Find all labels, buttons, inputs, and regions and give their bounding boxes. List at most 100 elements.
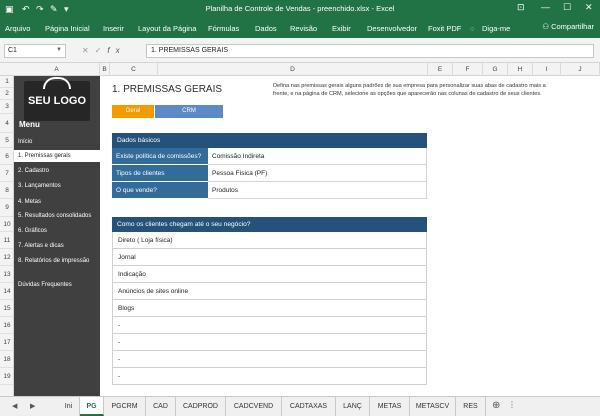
minimize-icon[interactable]: — <box>541 2 550 12</box>
list-item[interactable]: - <box>112 351 427 368</box>
row-header[interactable]: 12 <box>0 249 13 266</box>
row-header[interactable]: 13 <box>0 266 13 283</box>
formula-input[interactable]: 1. PREMISSAS GERAIS <box>146 44 594 58</box>
col-header-g[interactable]: G <box>483 63 508 76</box>
sidebar-item-relatorios[interactable]: 8. Relatórios de impressão <box>14 255 100 267</box>
title-bar: ▣ ↶ ↷ ✎ ▾ Planilha de Controle de Vendas… <box>0 0 600 19</box>
row-header[interactable]: 8 <box>0 182 13 199</box>
fx-icon[interactable]: fx <box>107 46 125 55</box>
list-item[interactable]: - <box>112 368 427 385</box>
row-header[interactable]: 4 <box>0 114 13 133</box>
row-header[interactable]: 1 <box>0 76 13 88</box>
share-button[interactable]: ⚇ Compartilhar <box>542 22 594 31</box>
row-header[interactable]: 5 <box>0 133 13 148</box>
col-header-h[interactable]: H <box>508 63 533 76</box>
sheet-tab-metascv[interactable]: METASCV <box>410 397 456 416</box>
logo: SEU LOGO <box>24 77 90 121</box>
tab-layout[interactable]: Layout da Página <box>138 24 196 33</box>
row-header[interactable]: 16 <box>0 317 13 334</box>
list-item[interactable]: Anúncios de sites online <box>112 283 427 300</box>
row-header[interactable]: 7 <box>0 165 13 182</box>
scroll-right-icon[interactable]: ▶ <box>30 402 35 410</box>
maximize-icon[interactable]: ☐ <box>563 2 571 13</box>
list-item[interactable]: Direto ( Loja física) <box>112 232 427 249</box>
logo-text: SEU LOGO <box>27 95 87 107</box>
sheet-tab-cadtaxas[interactable]: CADTAXAS <box>282 397 336 416</box>
col-header-d[interactable]: D <box>158 63 428 76</box>
row-header[interactable]: 17 <box>0 334 13 351</box>
tab-crm[interactable]: CRM <box>155 105 223 118</box>
ribbon-display-icon[interactable]: ⊡ <box>517 2 525 13</box>
sidebar-item-duvidas[interactable]: Dúvidas Frequentes <box>14 279 100 291</box>
row-header[interactable]: 11 <box>0 232 13 249</box>
tab-dados[interactable]: Dados <box>255 24 277 33</box>
sidebar-item-alertas[interactable]: 7. Alertas e dicas <box>14 240 100 252</box>
enter-icon[interactable]: ✓ <box>95 46 108 55</box>
row-header[interactable]: 19 <box>0 368 13 385</box>
tab-desenvolvedor[interactable]: Desenvolvedor <box>367 24 417 33</box>
col-header-c[interactable]: C <box>110 63 158 76</box>
list-item[interactable]: Blogs <box>112 300 427 317</box>
col-header-b[interactable]: B <box>100 63 110 76</box>
col-header-e[interactable]: E <box>428 63 453 76</box>
row-header[interactable]: 15 <box>0 300 13 317</box>
more-sheets-icon[interactable]: ⋮ <box>508 400 516 409</box>
sheet-tab-res[interactable]: RES <box>456 397 486 416</box>
sidebar-item-premissas[interactable]: 1. Premissas gerais <box>14 150 100 162</box>
tab-pagina-inicial[interactable]: Página Inicial <box>45 24 90 33</box>
tab-exibir[interactable]: Exibir <box>332 24 351 33</box>
tab-inserir[interactable]: Inserir <box>103 24 124 33</box>
sidebar-item-lancamentos[interactable]: 3. Lançamentos <box>14 180 100 192</box>
list-item[interactable]: - <box>112 334 427 351</box>
scroll-left-icon[interactable]: ◀ <box>12 402 17 410</box>
tab-formulas[interactable]: Fórmulas <box>208 24 239 33</box>
sheet-tab-cadprod[interactable]: CADPROD <box>176 397 226 416</box>
basic-value-clientes[interactable]: Pessoa Física (PF) <box>208 165 427 182</box>
sheet-grid[interactable]: SEU LOGO Menu Início 1. Premissas gerais… <box>14 76 600 396</box>
sheet-tab-cadcvend[interactable]: CADCVEND <box>226 397 282 416</box>
row-header[interactable]: 18 <box>0 351 13 368</box>
logo-arc-icon <box>43 77 71 89</box>
list-item[interactable]: - <box>112 317 427 334</box>
sheet-tab-lanc[interactable]: LANÇ <box>336 397 370 416</box>
share-label: Compartilhar <box>551 22 594 31</box>
col-header-j[interactable]: J <box>561 63 600 76</box>
row-header[interactable]: 14 <box>0 283 13 300</box>
tab-foxit[interactable]: Foxit PDF <box>428 24 461 33</box>
add-sheet-icon[interactable]: ⊕ <box>492 400 500 411</box>
tab-geral[interactable]: Geral <box>112 105 154 118</box>
cancel-icon[interactable]: ✕ <box>82 46 95 55</box>
row-header[interactable]: 9 <box>0 199 13 217</box>
sidebar-item-inicio[interactable]: Início <box>14 136 100 148</box>
sidebar-item-graficos[interactable]: 6. Gráficos <box>14 225 100 237</box>
basic-value-vende[interactable]: Produtos <box>208 182 427 199</box>
basic-data-header: Dados básicos <box>112 133 427 148</box>
name-box[interactable]: C1 ▼ <box>4 44 66 58</box>
list-item[interactable]: Jornal <box>112 249 427 266</box>
row-header[interactable]: 2 <box>0 88 13 100</box>
tab-revisao[interactable]: Revisão <box>290 24 317 33</box>
tab-arquivo[interactable]: Arquivo <box>5 24 30 33</box>
row-header[interactable]: 10 <box>0 217 13 232</box>
sidebar-item-metas[interactable]: 4. Metas <box>14 196 100 208</box>
sheet-tab-ini[interactable]: Ini <box>58 397 80 416</box>
chevron-down-icon: ▼ <box>56 47 62 53</box>
sidebar-item-resultados[interactable]: 5. Resultados consolidados <box>14 210 100 222</box>
sheet-tab-pg[interactable]: PG <box>80 397 104 416</box>
col-header-i[interactable]: I <box>533 63 561 76</box>
sheet-tab-metas[interactable]: METAS <box>370 397 410 416</box>
sidebar-item-cadastro[interactable]: 2. Cadastro <box>14 165 100 177</box>
tell-me-box[interactable]: Diga-me <box>482 24 510 33</box>
list-item[interactable]: Indicação <box>112 266 427 283</box>
spacer-column <box>100 76 110 396</box>
person-icon: ⚇ <box>542 22 549 31</box>
close-icon[interactable]: ✕ <box>585 2 593 13</box>
lightbulb-icon[interactable]: ◌ <box>470 24 474 33</box>
col-header-a[interactable]: A <box>14 63 100 76</box>
sheet-tab-pgcrm[interactable]: PGCRM <box>104 397 146 416</box>
col-header-f[interactable]: F <box>453 63 483 76</box>
row-header[interactable]: 3 <box>0 100 13 114</box>
basic-value-comissao[interactable]: Comissão Indireta <box>208 148 427 165</box>
sheet-tab-cad[interactable]: CAD <box>146 397 176 416</box>
row-header[interactable]: 6 <box>0 148 13 165</box>
